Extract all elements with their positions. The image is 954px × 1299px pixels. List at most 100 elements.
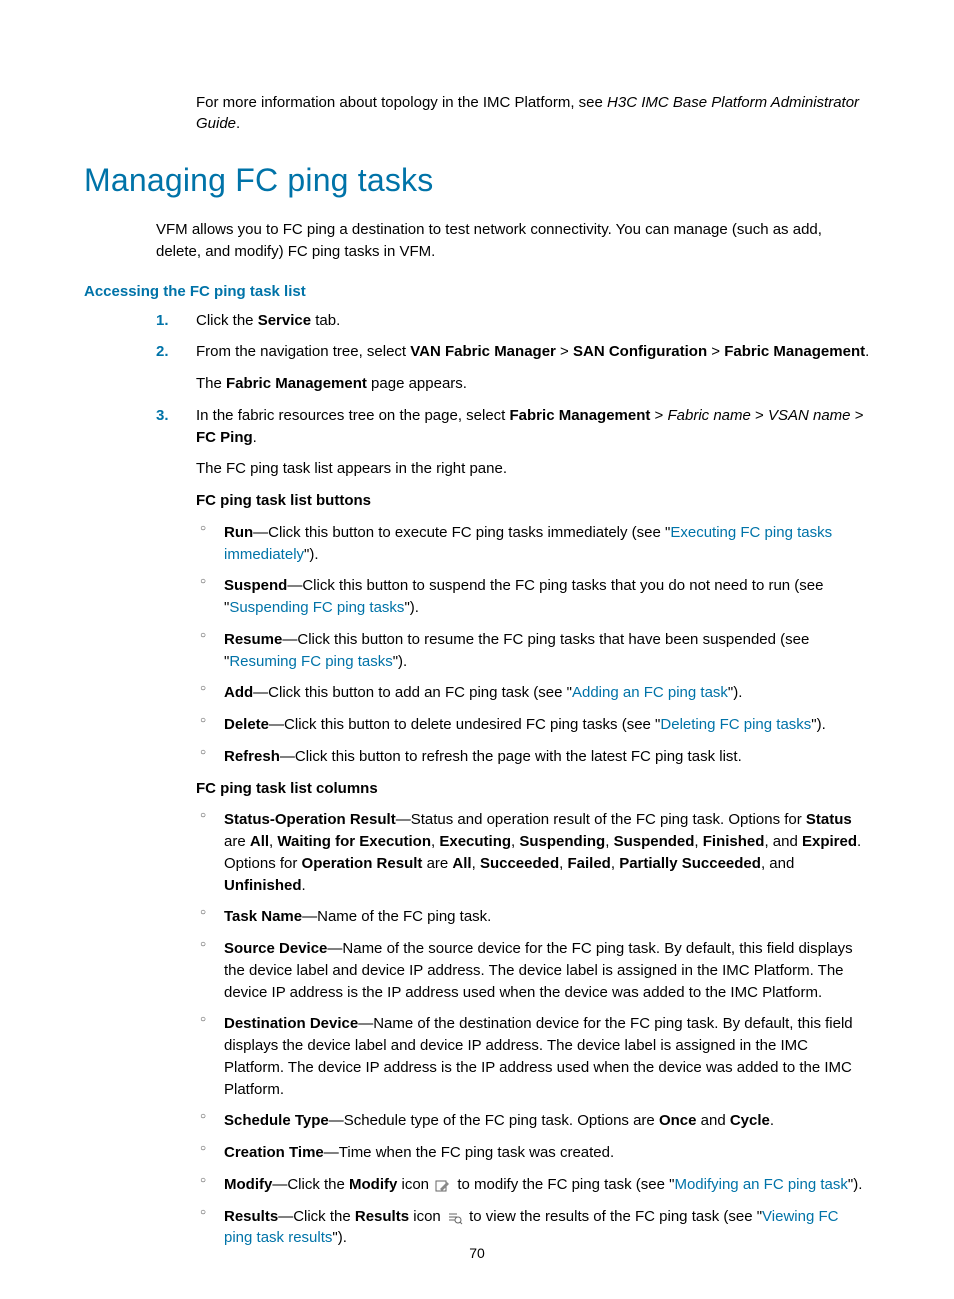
term: Source Device — [224, 940, 327, 957]
variable: Fabric name — [668, 407, 751, 424]
text: . — [865, 343, 869, 360]
cross-reference-link[interactable]: Modifying an FC ping task — [674, 1176, 847, 1193]
text: to view the results of the FC ping task … — [465, 1208, 762, 1225]
text: page appears. — [367, 375, 467, 392]
text: The — [196, 375, 226, 392]
option: Suspending — [519, 833, 605, 850]
text: icon — [409, 1208, 445, 1225]
text: to modify the FC ping task (see " — [453, 1176, 674, 1193]
term: Schedule Type — [224, 1112, 329, 1129]
term: Delete — [224, 716, 269, 733]
term: Task Name — [224, 908, 302, 925]
page-heading: Managing FC ping tasks — [84, 162, 870, 199]
text: Click the — [196, 312, 258, 329]
intro-top: For more information about topology in t… — [196, 92, 870, 134]
term: Resume — [224, 631, 282, 648]
cross-reference-link[interactable]: Adding an FC ping task — [572, 684, 728, 701]
term: Status — [806, 811, 852, 828]
list-item: Results—Click the Results icon to view t… — [196, 1206, 870, 1250]
text: , — [605, 833, 613, 850]
term: Modify — [224, 1176, 272, 1193]
document-page: For more information about topology in t… — [0, 0, 954, 1299]
cross-reference-link[interactable]: Resuming FC ping tasks — [229, 653, 392, 670]
ui-label: SAN Configuration — [573, 343, 707, 360]
text: "). — [404, 599, 419, 616]
text: > — [556, 343, 573, 360]
text: > — [851, 407, 864, 424]
ui-label: Fabric Management — [510, 407, 651, 424]
modify-icon — [435, 1178, 451, 1192]
columns-list: Status-Operation Result—Status and opera… — [196, 809, 870, 1249]
text: "). — [332, 1229, 347, 1246]
list-item: Run—Click this button to execute FC ping… — [196, 522, 870, 566]
text: . — [253, 429, 257, 446]
option: Succeeded — [480, 855, 559, 872]
cross-reference-link[interactable]: Deleting FC ping tasks — [660, 716, 811, 733]
variable: VSAN name — [768, 407, 851, 424]
text: are — [224, 833, 250, 850]
option: All — [452, 855, 471, 872]
cross-reference-link[interactable]: Suspending FC ping tasks — [229, 599, 404, 616]
list-item: Refresh—Click this button to refresh the… — [196, 746, 870, 768]
text: . — [236, 115, 240, 132]
list-item: Delete—Click this button to delete undes… — [196, 714, 870, 736]
term: Operation Result — [302, 855, 423, 872]
step-2: 2. From the navigation tree, select VAN … — [156, 341, 870, 395]
text: icon — [397, 1176, 433, 1193]
option: Finished — [703, 833, 765, 850]
step-1: 1. Click the Service tab. — [156, 310, 870, 332]
step-number: 2. — [156, 341, 169, 363]
text: , — [559, 855, 567, 872]
text: > — [650, 407, 667, 424]
list-item: Source Device—Name of the source device … — [196, 938, 870, 1003]
step-number: 1. — [156, 310, 169, 332]
subsection-heading: FC ping task list buttons — [196, 490, 870, 512]
ui-label: Service — [258, 312, 311, 329]
text: "). — [848, 1176, 863, 1193]
text: —Name of the FC ping task. — [302, 908, 491, 925]
text: —Time when the FC ping task was created. — [324, 1144, 614, 1161]
text: —Click this button to execute FC ping ta… — [253, 524, 670, 541]
text: The FC ping task list appears in the rig… — [196, 458, 870, 480]
text: —Click this button to refresh the page w… — [280, 748, 742, 765]
option: Expired — [802, 833, 857, 850]
text: , — [611, 855, 619, 872]
step-3: 3. In the fabric resources tree on the p… — [156, 405, 870, 1249]
text: For more information about topology in t… — [196, 94, 607, 111]
text: , — [472, 855, 480, 872]
text: —Click the — [272, 1176, 349, 1193]
text: are — [422, 855, 452, 872]
option: Suspended — [614, 833, 695, 850]
text: . — [770, 1112, 774, 1129]
ui-label: FC Ping — [196, 429, 253, 446]
text: —Click this button to delete undesired F… — [269, 716, 660, 733]
list-item: Destination Device—Name of the destinati… — [196, 1013, 870, 1100]
term: Results — [355, 1208, 409, 1225]
text: —Schedule type of the FC ping task. Opti… — [329, 1112, 659, 1129]
text: In the fabric resources tree on the page… — [196, 407, 510, 424]
ui-label: Fabric Management — [724, 343, 865, 360]
list-item: Status-Operation Result—Status and opera… — [196, 809, 870, 896]
buttons-list: Run—Click this button to execute FC ping… — [196, 522, 870, 768]
text: > — [707, 343, 724, 360]
term: Refresh — [224, 748, 280, 765]
term: Add — [224, 684, 253, 701]
ordered-steps: 1. Click the Service tab. 2. From the na… — [156, 310, 870, 1250]
text: and — [696, 1112, 729, 1129]
page-number: 70 — [0, 1245, 954, 1261]
text: > — [751, 407, 768, 424]
option: Waiting for Execution — [277, 833, 431, 850]
text: tab. — [311, 312, 340, 329]
list-item: Suspend—Click this button to suspend the… — [196, 575, 870, 619]
intro-paragraph: VFM allows you to FC ping a destination … — [156, 219, 870, 263]
list-item: Modify—Click the Modify icon to modify t… — [196, 1174, 870, 1196]
subsection-heading: FC ping task list columns — [196, 778, 870, 800]
term: Suspend — [224, 577, 287, 594]
option: Once — [659, 1112, 697, 1129]
text: From the navigation tree, select — [196, 343, 410, 360]
term: Results — [224, 1208, 278, 1225]
text: —Click this button to add an FC ping tas… — [253, 684, 572, 701]
section-heading: Accessing the FC ping task list — [84, 283, 870, 300]
results-icon — [447, 1210, 463, 1224]
ui-label: VAN Fabric Manager — [410, 343, 556, 360]
